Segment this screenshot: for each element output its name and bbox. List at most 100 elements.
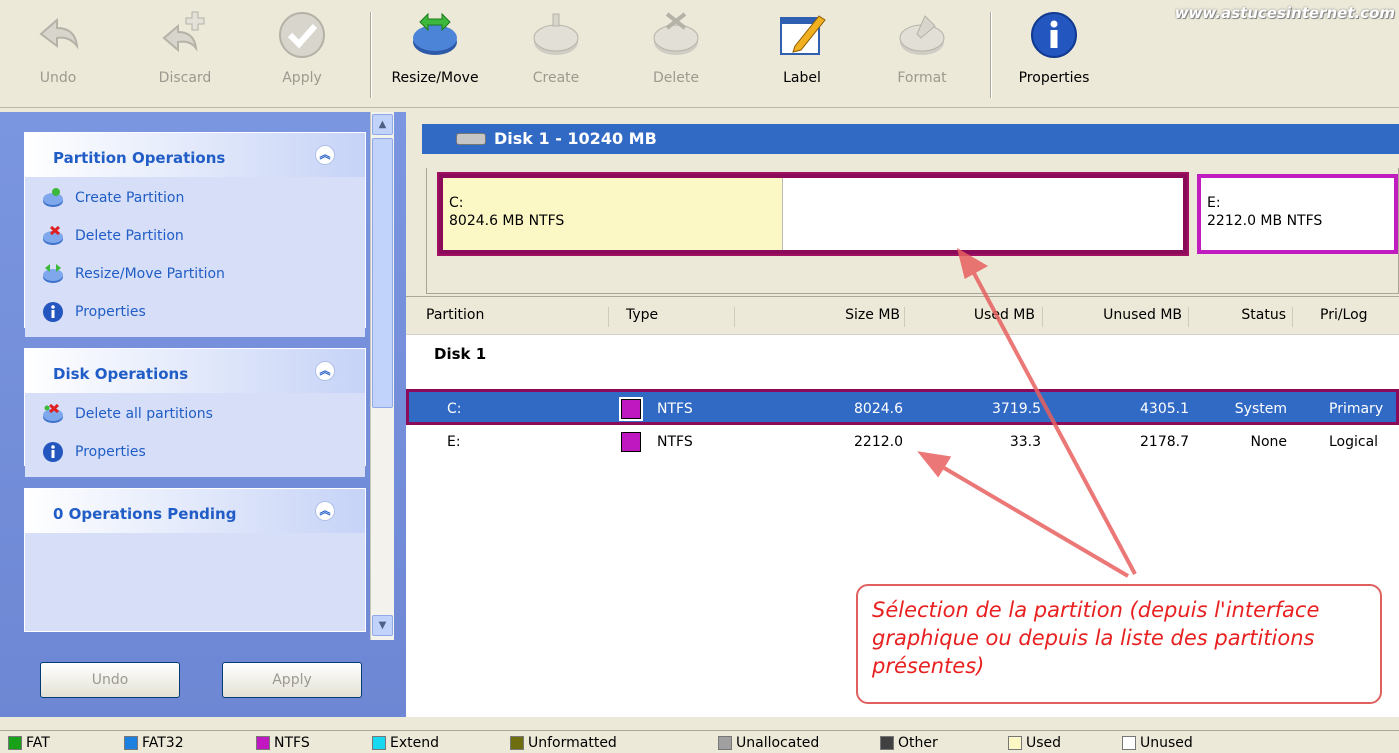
- create-partition-label: Create Partition: [75, 190, 185, 206]
- column-divider[interactable]: [1188, 307, 1189, 327]
- cell-unused: 2178.7: [1140, 434, 1189, 450]
- legend-swatch: [256, 736, 270, 750]
- partition-e-block[interactable]: E: 2212.0 MB NTFS: [1197, 174, 1398, 254]
- cell-used: 3719.5: [992, 401, 1041, 417]
- delete-all-partitions-icon: [43, 403, 63, 423]
- legend-label: FAT32: [142, 735, 184, 751]
- format-button[interactable]: Format: [892, 8, 952, 86]
- legend-swatch: [510, 736, 524, 750]
- table-row[interactable]: E: NTFS 2212.0 33.3 2178.7 None Logical: [406, 425, 1399, 461]
- discard-label: Discard: [158, 70, 212, 86]
- column-header-type[interactable]: Type: [626, 307, 658, 323]
- ntfs-color-swatch: [619, 397, 643, 421]
- apply-button[interactable]: Apply: [272, 8, 332, 86]
- collapse-icon[interactable]: ︽: [315, 145, 335, 165]
- column-header-status[interactable]: Status: [1206, 307, 1286, 323]
- checkmark-icon: [279, 12, 325, 58]
- sidebar-undo-button[interactable]: Undo: [40, 662, 180, 698]
- discard-button[interactable]: Discard: [150, 8, 220, 86]
- delete-label: Delete: [653, 70, 699, 86]
- cell-status: None: [1250, 434, 1287, 450]
- legend-swatch: [372, 736, 386, 750]
- cell-status: System: [1234, 401, 1287, 417]
- cell-partition: E:: [447, 434, 461, 450]
- column-header-prilog[interactable]: Pri/Log: [1320, 307, 1368, 323]
- partition-c-text: C: 8024.6 MB NTFS: [449, 194, 564, 230]
- label-icon: [780, 15, 826, 55]
- toolbar-separator: [990, 12, 992, 98]
- annotation-callout: Sélection de la partition (depuis l'inte…: [856, 584, 1382, 704]
- cell-size: 8024.6: [854, 401, 903, 417]
- resize-move-partition-icon: [43, 264, 63, 283]
- scroll-down-icon[interactable]: ▼: [372, 615, 393, 636]
- column-header-used[interactable]: Used MB: [941, 307, 1035, 323]
- legend-label: Used: [1026, 735, 1062, 751]
- resize-move-button[interactable]: Resize/Move: [380, 8, 490, 86]
- delete-partition-icon: [43, 225, 63, 245]
- table-row[interactable]: C: NTFS 8024.6 3719.5 4305.1 System Prim…: [406, 389, 1399, 425]
- label-button[interactable]: Label: [772, 8, 832, 86]
- legend-item-unformatted: Unformatted: [510, 735, 617, 751]
- disk-operations-panel: Disk Operations ︽ Delete all partitions …: [24, 348, 366, 477]
- panel-header[interactable]: Partition Operations ︽: [25, 133, 365, 177]
- pending-operations-title: 0 Operations Pending: [53, 505, 237, 523]
- scroll-up-icon[interactable]: ▲: [372, 114, 393, 135]
- legend-swatch: [124, 736, 138, 750]
- table-header: Partition Type Size MB Used MB Unused MB…: [406, 297, 1399, 335]
- panel-header[interactable]: Disk Operations ︽: [25, 349, 365, 393]
- apply-label: Apply: [282, 70, 322, 86]
- legend-swatch: [1122, 736, 1136, 750]
- column-header-size[interactable]: Size MB: [800, 307, 900, 323]
- legend-item-other: Other: [880, 735, 938, 751]
- cell-type: NTFS: [657, 434, 693, 450]
- delete-all-partitions-item[interactable]: Delete all partitions: [41, 395, 365, 433]
- legend-label: Unformatted: [528, 735, 617, 751]
- column-divider[interactable]: [1292, 307, 1293, 327]
- column-divider[interactable]: [608, 307, 609, 327]
- legend-label: Unused: [1140, 735, 1193, 751]
- sidebar-scrollbar[interactable]: ▲ ▼: [370, 112, 394, 640]
- properties-button[interactable]: Properties: [1006, 8, 1102, 86]
- panel-header[interactable]: 0 Operations Pending ︽: [25, 489, 365, 533]
- legend-swatch: [718, 736, 732, 750]
- undo-icon: [39, 17, 79, 50]
- cell-prilog: Logical: [1329, 434, 1379, 450]
- collapse-icon[interactable]: ︽: [315, 501, 335, 521]
- create-button[interactable]: Create: [526, 8, 586, 86]
- delete-button[interactable]: Delete: [646, 8, 706, 86]
- legend-label: FAT: [26, 735, 50, 751]
- collapse-icon[interactable]: ︽: [315, 361, 335, 381]
- legend-item-unused: Unused: [1122, 735, 1193, 751]
- delete-partition-label: Delete Partition: [75, 228, 184, 244]
- format-label: Format: [897, 70, 947, 86]
- column-header-partition[interactable]: Partition: [426, 307, 484, 323]
- create-partition-item[interactable]: Create Partition: [41, 179, 365, 217]
- column-header-unused[interactable]: Unused MB: [1058, 307, 1182, 323]
- column-divider[interactable]: [1042, 307, 1043, 327]
- watermark: www.astucesinternet.com: [1174, 4, 1395, 22]
- undo-button[interactable]: Undo: [28, 8, 88, 86]
- legend-item-fat: FAT: [8, 735, 50, 751]
- legend-label: Unallocated: [736, 735, 820, 751]
- disk-title: Disk 1 - 10240 MB: [494, 129, 657, 148]
- scroll-thumb[interactable]: [372, 138, 393, 408]
- partition-c-block[interactable]: C: 8024.6 MB NTFS: [437, 172, 1189, 256]
- delete-all-partitions-label: Delete all partitions: [75, 406, 213, 422]
- delete-partition-item[interactable]: Delete Partition: [41, 217, 365, 255]
- column-divider[interactable]: [734, 307, 735, 327]
- toolbar: Undo Discard Apply Resize/Move Create De…: [0, 0, 1399, 108]
- partition-properties-label: Properties: [75, 304, 146, 320]
- disk-properties-item[interactable]: Properties: [41, 433, 365, 471]
- partition-properties-item[interactable]: Properties: [41, 293, 365, 331]
- legend-label: Extend: [390, 735, 439, 751]
- cell-partition: C:: [447, 401, 462, 417]
- disk-group-label: Disk 1: [434, 345, 487, 363]
- disk-header[interactable]: Disk 1 - 10240 MB: [422, 124, 1399, 154]
- sidebar-apply-button[interactable]: Apply: [222, 662, 362, 698]
- toolbar-separator: [370, 12, 372, 98]
- partition-e-info: 2212.0 MB NTFS: [1207, 213, 1323, 229]
- legend-label: Other: [898, 735, 938, 751]
- column-divider[interactable]: [904, 307, 905, 327]
- pending-operations-panel: 0 Operations Pending ︽: [24, 488, 366, 632]
- resize-move-partition-item[interactable]: Resize/Move Partition: [41, 255, 365, 293]
